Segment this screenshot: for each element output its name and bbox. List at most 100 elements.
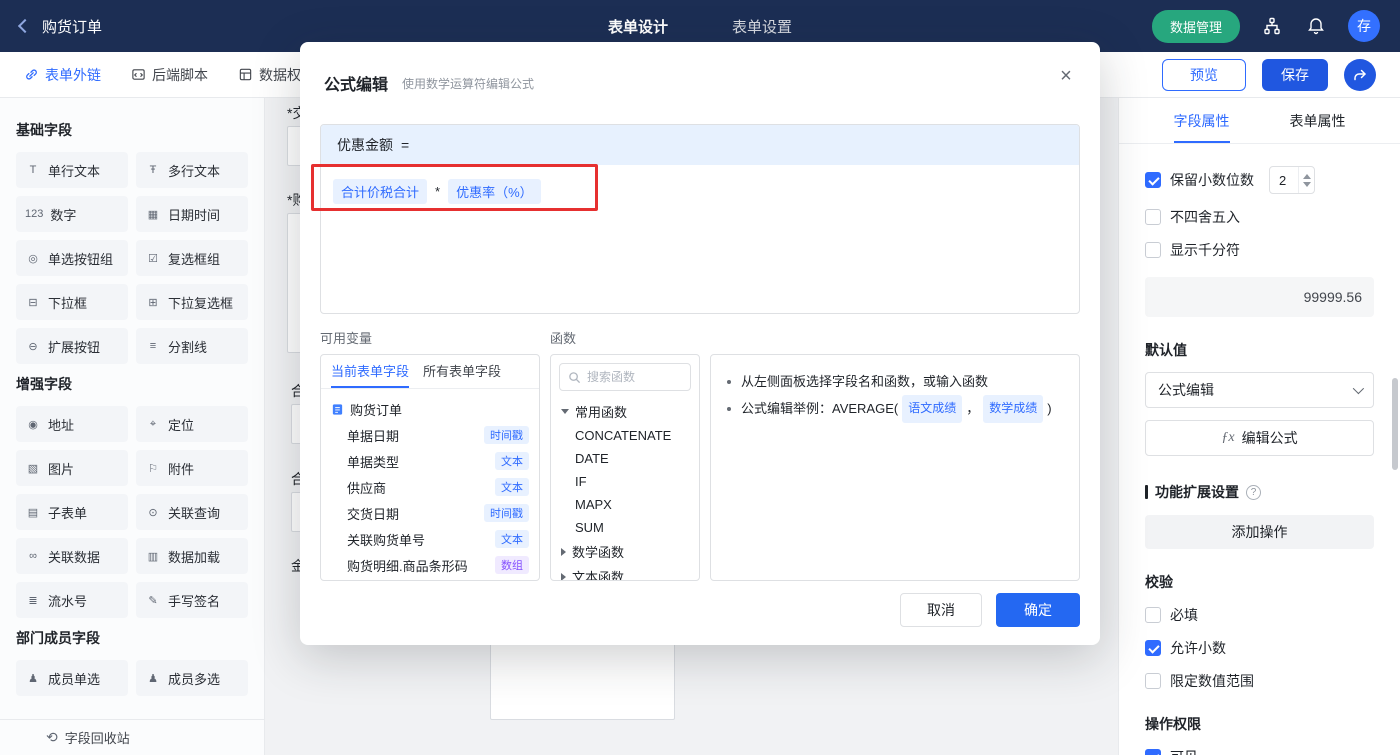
function-item[interactable]: DATE	[551, 447, 699, 470]
notification-bell-icon[interactable]	[1304, 14, 1328, 38]
field-palette-item[interactable]: ∞ 关联数据	[16, 538, 128, 574]
user-avatar[interactable]: 存	[1348, 10, 1380, 42]
function-item[interactable]: MAPX	[551, 493, 699, 516]
checkbox-icon[interactable]	[1145, 209, 1161, 225]
option-no-rounding[interactable]: 不四舍五入	[1145, 207, 1374, 227]
formula-field-chip[interactable]: 优惠率（%）	[448, 179, 541, 204]
function-item[interactable]: SUM	[551, 516, 699, 539]
field-palette-item[interactable]: ≣ 流水号	[16, 582, 128, 618]
field-label: 流水号	[48, 593, 88, 609]
data-manage-button[interactable]: 数据管理	[1151, 9, 1240, 43]
extension-settings-heading: 功能扩展设置 ?	[1145, 482, 1374, 502]
field-label: 数字	[50, 207, 77, 223]
formula-expression[interactable]: 合计价税合计 * 优惠率（%）	[321, 165, 1079, 218]
function-group-collapsed[interactable]: 文本函数	[551, 564, 699, 580]
stepper-down-icon[interactable]	[1302, 181, 1311, 187]
field-palette-item[interactable]: T 单行文本	[16, 152, 128, 188]
field-palette-item[interactable]: ▧ 图片	[16, 450, 128, 486]
variable-field-row[interactable]: 购货明细.商品条形码 数组	[347, 552, 529, 578]
field-palette-item[interactable]: ⊙ 关联查询	[136, 494, 248, 530]
field-palette-item[interactable]: ☑ 复选框组	[136, 240, 248, 276]
help-text-1: 从左侧面板选择字段名和函数，或输入函数	[741, 374, 989, 389]
external-link-item[interactable]: 表单外链	[24, 65, 101, 85]
checkbox-icon[interactable]	[1145, 749, 1161, 755]
field-palette-item[interactable]: ⊖ 扩展按钮	[16, 328, 128, 364]
tab-current-form-fields[interactable]: 当前表单字段	[331, 355, 410, 388]
field-palette-item[interactable]: ♟ 成员单选	[16, 660, 128, 696]
preview-button[interactable]: 预览	[1162, 58, 1246, 91]
section-enhanced-fields: 增强字段	[16, 376, 72, 392]
field-palette-item[interactable]: ▥ 数据加载	[136, 538, 248, 574]
checkbox-icon[interactable]	[1145, 607, 1161, 623]
field-palette-item[interactable]: 123 数字	[16, 196, 128, 232]
panel-scrollbar[interactable]	[1392, 378, 1398, 470]
confirm-button[interactable]: 确定	[996, 593, 1080, 627]
link-icon	[26, 69, 37, 80]
function-group-collapsed[interactable]: 数学函数	[551, 539, 699, 564]
tab-form-design[interactable]: 表单设计	[608, 16, 668, 37]
option-thousand-separator[interactable]: 显示千分符	[1145, 240, 1374, 260]
field-label: 单选按钮组	[48, 251, 114, 267]
field-palette-item[interactable]: ▤ 子表单	[16, 494, 128, 530]
function-search-box[interactable]	[559, 363, 691, 391]
variable-field-row[interactable]: 交货日期 时间戳	[347, 500, 529, 526]
field-palette-item[interactable]: ◎ 单选按钮组	[16, 240, 128, 276]
function-item[interactable]: CONCATENATE	[551, 424, 699, 447]
default-value-select[interactable]: 公式编辑	[1145, 372, 1374, 408]
option-visible[interactable]: 可见	[1145, 747, 1374, 755]
option-required[interactable]: 必填	[1145, 605, 1374, 625]
field-palette-item[interactable]: ⚐ 附件	[136, 450, 248, 486]
option-value-range[interactable]: 限定数值范围	[1145, 671, 1374, 691]
field-recycle-bin[interactable]: ⟲ 字段回收站	[0, 719, 264, 755]
workflow-icon[interactable]	[1260, 14, 1284, 38]
save-button[interactable]: 保存	[1262, 58, 1328, 91]
back-icon[interactable]	[17, 18, 33, 34]
tab-form-properties[interactable]: 表单属性	[1290, 98, 1346, 143]
variable-field-row[interactable]: 单据日期 时间戳	[347, 422, 529, 448]
close-icon[interactable]: ×	[1052, 62, 1080, 90]
stepper-up-icon[interactable]	[1302, 173, 1311, 179]
edit-formula-button[interactable]: ƒx 编辑公式	[1145, 420, 1374, 456]
field-type-badge: 时间戳	[484, 504, 529, 522]
option-decimal-places[interactable]: 保留小数位数 2	[1145, 166, 1374, 194]
checkbox-icon[interactable]	[1145, 172, 1161, 188]
variable-field-row[interactable]: 供应商 文本	[347, 474, 529, 500]
checkbox-icon[interactable]	[1145, 673, 1161, 689]
option-allow-decimal[interactable]: 允许小数	[1145, 638, 1374, 658]
field-palette-item[interactable]: ≡ 分割线	[136, 328, 248, 364]
field-type-icon: ▦	[147, 208, 159, 221]
formula-field-chip[interactable]: 合计价税合计	[333, 179, 428, 204]
field-palette-item[interactable]: ⊞ 下拉复选框	[136, 284, 248, 320]
function-group-common[interactable]: 常用函数	[551, 399, 699, 424]
share-button[interactable]	[1344, 58, 1376, 91]
add-action-button[interactable]: 添加操作	[1145, 515, 1374, 549]
field-type-icon: ▧	[27, 462, 39, 475]
help-text-2: 公式编辑举例：AVERAGE(	[741, 401, 899, 417]
field-label: 下拉框	[48, 295, 88, 311]
field-palette-item[interactable]: ♟ 成员多选	[136, 660, 248, 696]
field-palette-item[interactable]: ◉ 地址	[16, 406, 128, 442]
chevron-right-icon	[561, 572, 566, 580]
formula-editor[interactable]: 优惠金额 = 合计价税合计 * 优惠率（%）	[320, 124, 1080, 314]
variable-field-row[interactable]: 单据类型 文本	[347, 448, 529, 474]
tab-field-properties[interactable]: 字段属性	[1173, 98, 1230, 143]
help-icon[interactable]: ?	[1246, 484, 1261, 500]
decimal-places-stepper[interactable]: 2	[1269, 166, 1315, 194]
tab-form-settings[interactable]: 表单设置	[732, 16, 792, 37]
cancel-button[interactable]: 取消	[900, 593, 982, 627]
field-palette-item[interactable]: ▦ 日期时间	[136, 196, 248, 232]
tab-all-form-fields[interactable]: 所有表单字段	[423, 355, 501, 388]
checkbox-icon[interactable]	[1145, 242, 1161, 258]
checkbox-icon[interactable]	[1145, 640, 1161, 656]
field-type-badge: 文本	[495, 452, 529, 470]
backend-script-item[interactable]: 后端脚本	[131, 65, 208, 85]
function-item[interactable]: IF	[551, 470, 699, 493]
variables-label: 可用变量	[320, 331, 373, 346]
function-search-input[interactable]	[587, 370, 677, 384]
tree-root-form[interactable]: 购货订单	[331, 396, 529, 422]
field-palette-item[interactable]: Ŧ 多行文本	[136, 152, 248, 188]
field-palette-item[interactable]: ✎ 手写签名	[136, 582, 248, 618]
field-palette-item[interactable]: ⊟ 下拉框	[16, 284, 128, 320]
field-palette-item[interactable]: ⌖ 定位	[136, 406, 248, 442]
variable-field-row[interactable]: 关联购货单号 文本	[347, 526, 529, 552]
